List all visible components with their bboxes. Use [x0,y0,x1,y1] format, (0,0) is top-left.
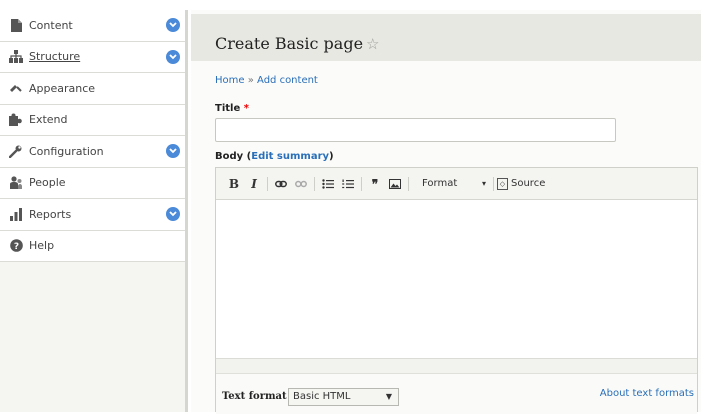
star-icon[interactable]: ☆ [366,35,379,53]
help-icon: ? [9,239,23,253]
chevron-down-icon[interactable] [166,18,180,32]
svg-text:?: ? [13,242,18,252]
sitemap-icon [9,50,23,64]
text-format-selected: Basic HTML [293,391,351,402]
sidebar-item-configuration[interactable]: Configuration [0,136,185,168]
sidebar-item-help[interactable]: ? Help [0,230,185,262]
sidebar-item-structure[interactable]: Structure [0,41,185,73]
edit-summary-link[interactable]: Edit summary [251,151,329,162]
sidebar-item-extend[interactable]: Extend [0,104,185,136]
source-button[interactable]: ◇ Source [497,177,546,190]
people-icon [9,176,23,190]
breadcrumb-home-link[interactable]: Home [215,75,245,86]
bulleted-list-button[interactable] [319,174,337,194]
sidebar-item-label: Extend [29,113,68,127]
chevron-down-icon[interactable] [166,144,180,158]
body-label-text: Body [215,151,244,162]
unlink-button[interactable] [292,174,310,194]
wrench-icon [9,144,23,158]
text-format-select[interactable]: Basic HTML ▼ [288,388,399,406]
source-icon: ◇ [497,177,508,190]
required-mark: * [243,103,249,114]
unlink-icon [295,180,307,187]
edit-summary-paren-close: ) [329,151,334,162]
toolbar-divider [267,176,268,191]
text-format-label: Text format [222,391,287,402]
image-icon [389,178,401,189]
page-title-text: Create Basic page [215,34,364,53]
sidebar-item-reports[interactable]: Reports [0,199,185,231]
italic-button[interactable]: I [245,174,263,194]
source-button-label: Source [511,178,546,189]
link-icon [275,180,287,187]
breadcrumb-add-content-link[interactable]: Add content [257,75,318,86]
bold-button[interactable]: B [225,174,243,194]
toolbar-divider [314,176,315,191]
link-button[interactable] [272,174,290,194]
about-text-formats-link[interactable]: About text formats [600,388,694,399]
sidebar-item-label: Reports [29,207,72,221]
chevron-down-icon[interactable] [166,207,180,221]
format-dropdown[interactable]: Format ▾ [414,174,490,194]
editor-toolbar: B I ❞ Format ▾ ◇ Source [216,168,697,200]
page-title: Create Basic page ☆ [215,34,380,53]
numbered-list-icon [342,179,354,188]
admin-sidebar: Content Structure Appearance Extend Conf… [0,10,188,412]
bar-chart-icon [9,207,23,221]
toolbar-divider [361,176,362,191]
sidebar-item-label: Help [29,239,55,253]
paintbrush-icon [9,81,23,95]
main-content: Create Basic page ☆ Home » Add content Ti… [191,10,701,414]
editor-content-area[interactable] [216,200,697,358]
sidebar-item-appearance[interactable]: Appearance [0,73,185,105]
sidebar-item-content[interactable]: Content [0,10,185,42]
dropdown-arrow-icon: ▼ [385,392,392,401]
title-input[interactable] [215,118,616,142]
page-icon [9,18,23,32]
title-label-text: Title [215,103,241,114]
image-button[interactable] [386,174,404,194]
sidebar-item-label: Appearance [29,81,96,95]
blockquote-button[interactable]: ❞ [366,174,384,194]
toolbar-divider [408,176,409,191]
format-dropdown-label: Format [422,178,458,189]
sidebar-item-label: People [29,176,66,190]
dropdown-arrow-icon: ▾ [481,179,486,188]
breadcrumb-separator: » [247,75,254,86]
sidebar-item-label: Configuration [29,144,104,158]
puzzle-icon [9,113,23,127]
body-label: Body (Edit summary) [215,151,334,162]
editor-status-bar [216,358,697,374]
numbered-list-button[interactable] [339,174,357,194]
breadcrumb: Home » Add content [215,75,318,86]
sidebar-item-people[interactable]: People [0,167,185,199]
chevron-down-icon[interactable] [166,49,180,64]
text-format-row: Text format Basic HTML ▼ About text form… [216,373,697,414]
bulleted-list-icon [322,178,334,189]
sidebar-item-label: Content [29,18,73,32]
title-label: Title * [215,103,249,114]
body-editor: B I ❞ Format ▾ ◇ Source Text format Basi… [215,167,698,414]
toolbar-divider [493,176,494,191]
sidebar-item-label: Structure [29,50,81,64]
